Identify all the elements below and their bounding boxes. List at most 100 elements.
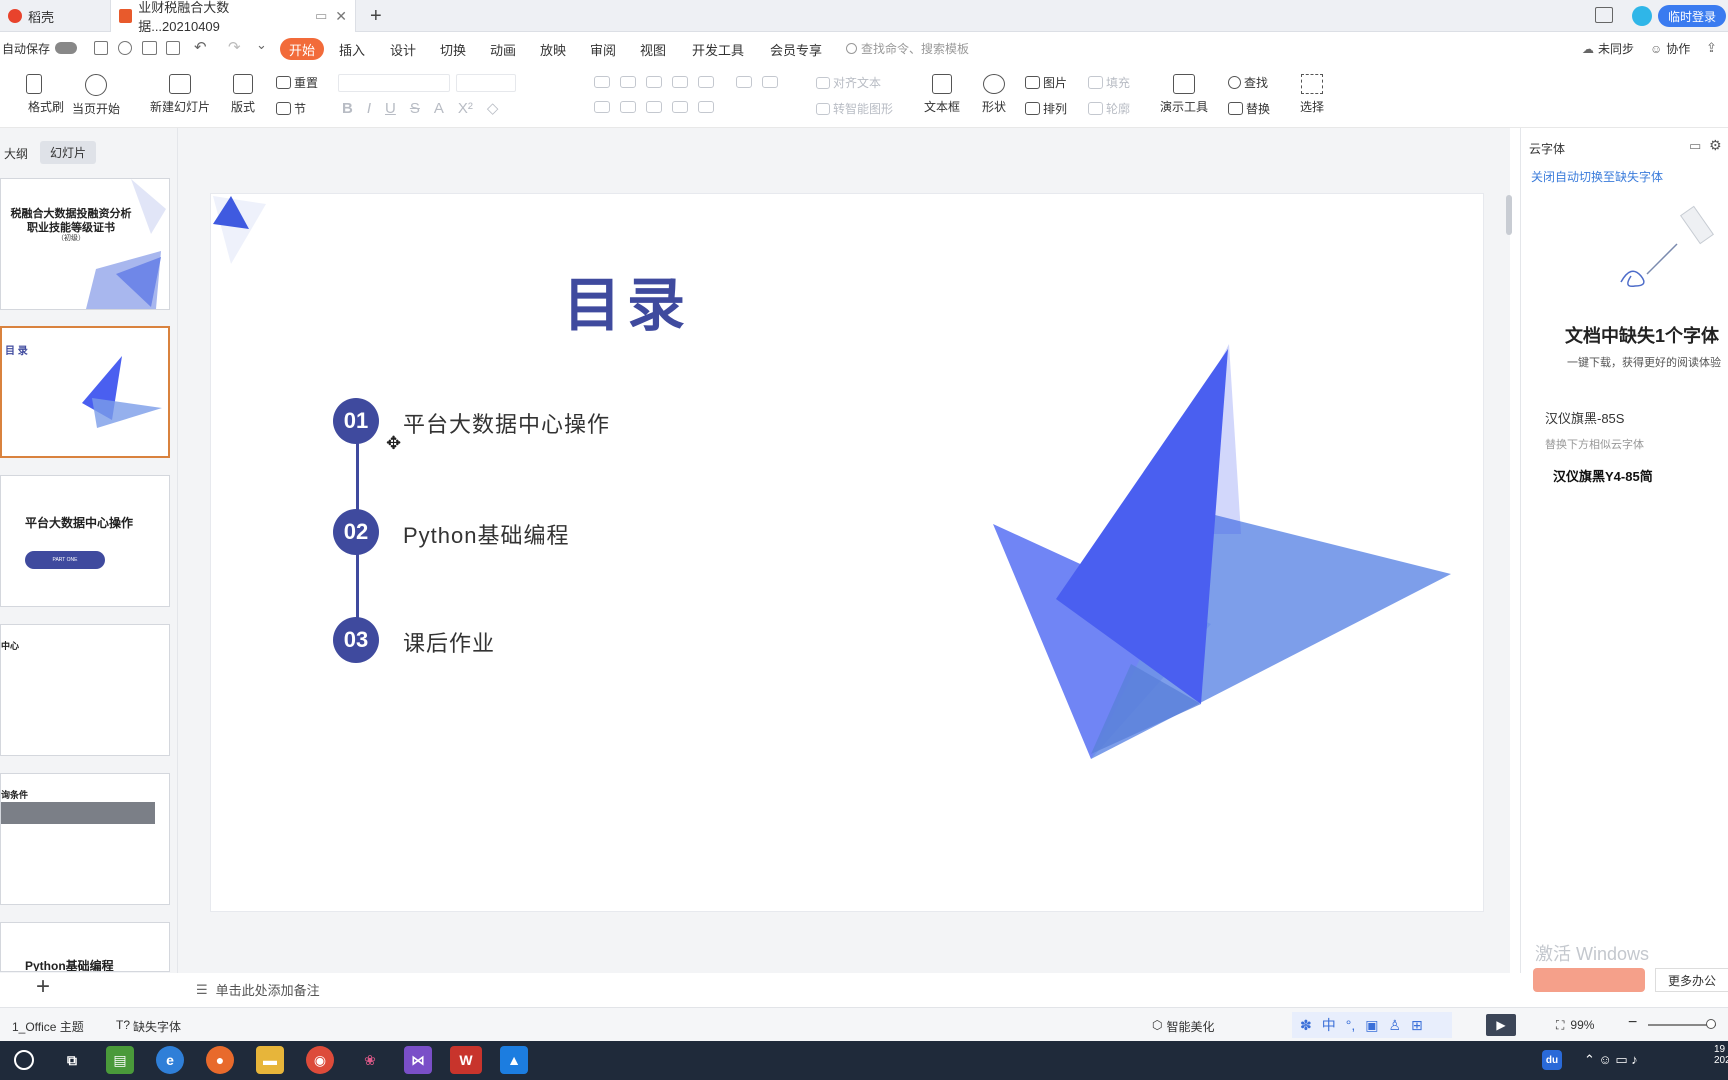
new-slide-button[interactable]: 新建幻灯片 bbox=[150, 74, 210, 115]
save-icon[interactable] bbox=[94, 41, 108, 55]
slide-thumbnail-6[interactable]: Python基础编程 bbox=[0, 922, 170, 972]
menu-animation[interactable]: 动画 bbox=[490, 40, 516, 59]
text-direction-icon[interactable] bbox=[698, 76, 714, 88]
replace-button[interactable]: 替换 bbox=[1228, 100, 1270, 117]
add-slide-button[interactable]: + bbox=[36, 973, 50, 1001]
clear-format-icon[interactable]: ◇ bbox=[487, 99, 499, 117]
tab-outline[interactable]: 大纲 bbox=[4, 145, 28, 162]
indent-icon[interactable] bbox=[672, 76, 688, 88]
download-button[interactable] bbox=[1533, 968, 1645, 992]
share-link-icon[interactable]: ⇪ bbox=[1706, 40, 1717, 56]
tray-icons[interactable]: ⌃ ☺ ▭ ♪ bbox=[1584, 1052, 1638, 1068]
more-office-button[interactable]: 更多办公 bbox=[1655, 968, 1728, 992]
firefox-app-icon[interactable]: ● bbox=[206, 1046, 234, 1074]
window-mode-icon[interactable] bbox=[1595, 7, 1613, 23]
alt-font-option[interactable]: 汉仪旗黑Y4-85简 bbox=[1553, 466, 1653, 485]
paw-icon[interactable]: ✽ bbox=[1300, 1017, 1312, 1034]
align-right-icon[interactable] bbox=[646, 101, 662, 113]
meeting-app-icon[interactable]: ▲ bbox=[500, 1046, 528, 1074]
format-painter-button[interactable]: 格式刷 bbox=[4, 74, 64, 115]
toc-number-1[interactable]: 01 bbox=[333, 398, 379, 444]
present-tools-button[interactable]: 演示工具 bbox=[1160, 74, 1208, 115]
share-icon[interactable] bbox=[118, 41, 132, 55]
slide-main[interactable]: 目录 01 平台大数据中心操作 02 Python基础编程 03 课后作业 bbox=[210, 193, 1484, 912]
menu-member[interactable]: 会员专享 bbox=[770, 40, 822, 59]
clock[interactable]: 19 202 bbox=[1714, 1044, 1728, 1066]
toc-item-3[interactable]: 课后作业 bbox=[403, 626, 495, 658]
temp-login-button[interactable]: 临时登录 bbox=[1658, 5, 1726, 27]
baidu-input-icon[interactable]: du bbox=[1542, 1050, 1562, 1070]
preview-icon[interactable] bbox=[166, 41, 180, 55]
new-tab-button[interactable]: + bbox=[362, 0, 390, 32]
chrome-app-icon[interactable]: ◉ bbox=[306, 1046, 334, 1074]
font-family-select[interactable] bbox=[338, 74, 450, 92]
slide-thumbnail-3[interactable]: 平台大数据中心操作 PART ONE bbox=[0, 475, 170, 607]
underline-icon[interactable]: U bbox=[385, 100, 396, 117]
grid-icon[interactable]: ⊞ bbox=[1411, 1017, 1423, 1034]
menu-slideshow[interactable]: 放映 bbox=[540, 40, 566, 59]
select-button[interactable]: 选择 bbox=[1300, 74, 1324, 115]
excel-app-icon[interactable]: ▤ bbox=[106, 1046, 134, 1074]
superscript-icon[interactable]: X² bbox=[458, 100, 473, 117]
print-icon[interactable] bbox=[142, 41, 157, 55]
command-search[interactable]: 查找命令、搜索模板 bbox=[846, 40, 969, 57]
weibo-app-icon[interactable]: ❀ bbox=[356, 1046, 384, 1074]
slideshow-play-button[interactable]: ▶ bbox=[1486, 1014, 1516, 1036]
task-view-icon[interactable]: ⧉ bbox=[58, 1046, 86, 1074]
section-button[interactable]: 节 bbox=[276, 100, 306, 117]
visual-studio-icon[interactable]: ⋈ bbox=[404, 1046, 432, 1074]
bullet-list-icon[interactable] bbox=[594, 76, 610, 88]
user-icon-ime[interactable]: ♙ bbox=[1388, 1017, 1401, 1034]
undo-icon[interactable]: ↶ bbox=[194, 38, 207, 56]
autosave-toggle[interactable] bbox=[55, 42, 77, 54]
shape-button[interactable]: 形状 bbox=[982, 74, 1006, 115]
outline-button[interactable]: 轮廓 bbox=[1088, 100, 1130, 117]
strike-icon[interactable]: S bbox=[410, 100, 420, 117]
toolbox-icon[interactable]: ▣ bbox=[1365, 1017, 1378, 1034]
gear-icon[interactable]: ⚙ bbox=[1709, 137, 1722, 154]
align-left-icon[interactable] bbox=[594, 101, 610, 113]
menu-developer[interactable]: 开发工具 bbox=[692, 40, 744, 59]
tab-document[interactable]: 业财税融合大数据...20210409 ▭ ✕ bbox=[110, 0, 356, 34]
comment-icon[interactable]: ▭ bbox=[1689, 138, 1701, 154]
tab-slides[interactable]: 幻灯片 bbox=[40, 141, 97, 164]
justify-icon[interactable] bbox=[672, 101, 688, 113]
avatar[interactable] bbox=[1632, 6, 1652, 26]
sync-status[interactable]: ☁ 未同步 bbox=[1582, 40, 1634, 57]
monitor-icon[interactable]: ▭ bbox=[315, 8, 327, 24]
font-size-select[interactable] bbox=[456, 74, 516, 92]
reset-button[interactable]: 重置 bbox=[276, 74, 318, 91]
slide-thumbnail-2[interactable]: 目 录 bbox=[0, 326, 170, 458]
canvas-scrollbar[interactable] bbox=[1506, 195, 1512, 235]
theme-label[interactable]: 1_Office 主题 bbox=[12, 1018, 84, 1035]
redo-icon[interactable]: ↷ bbox=[228, 38, 241, 56]
fill-button[interactable]: 填充 bbox=[1088, 74, 1130, 91]
font-color-icon[interactable]: A bbox=[434, 100, 444, 117]
notes-area[interactable]: ☰ 单击此处添加备注 bbox=[196, 980, 320, 999]
arrange-button[interactable]: 排列 bbox=[1025, 100, 1067, 117]
menu-transition[interactable]: 切换 bbox=[440, 40, 466, 59]
zoom-control[interactable]: ⛶ 99% bbox=[1556, 1018, 1594, 1033]
missing-font-name[interactable]: 汉仪旗黑-85S bbox=[1545, 408, 1624, 427]
cloud-font-header[interactable]: 云字体 bbox=[1529, 140, 1565, 157]
cortana-icon[interactable] bbox=[14, 1050, 34, 1070]
toc-item-1[interactable]: 平台大数据中心操作 bbox=[403, 407, 610, 439]
outdent-icon[interactable] bbox=[646, 76, 662, 88]
layout-button[interactable]: 版式 bbox=[231, 74, 255, 115]
toc-number-3[interactable]: 03 bbox=[333, 617, 379, 663]
find-button[interactable]: 查找 bbox=[1228, 74, 1268, 91]
toc-number-2[interactable]: 02 bbox=[333, 509, 379, 555]
zoom-slider-thumb[interactable] bbox=[1706, 1019, 1716, 1029]
menu-start[interactable]: 开始 bbox=[280, 38, 324, 60]
line-spacing-icon[interactable] bbox=[736, 76, 752, 88]
slide-thumbnail-4[interactable]: 中心 bbox=[0, 624, 170, 756]
smart-shape-button[interactable]: 转智能图形 bbox=[816, 100, 893, 117]
menu-review[interactable]: 审阅 bbox=[590, 40, 616, 59]
distribute-icon[interactable] bbox=[698, 101, 714, 113]
edge-app-icon[interactable]: e bbox=[156, 1046, 184, 1074]
slide-thumbnail-5[interactable]: 询条件 bbox=[0, 773, 170, 905]
tab-daoke[interactable]: 稻壳 bbox=[0, 0, 100, 32]
smart-beautify-button[interactable]: ⬡ 智能美化 bbox=[1152, 1018, 1215, 1035]
ime-mode[interactable]: 中 bbox=[1322, 1015, 1336, 1035]
textbox-button[interactable]: 文本框 bbox=[924, 74, 960, 115]
